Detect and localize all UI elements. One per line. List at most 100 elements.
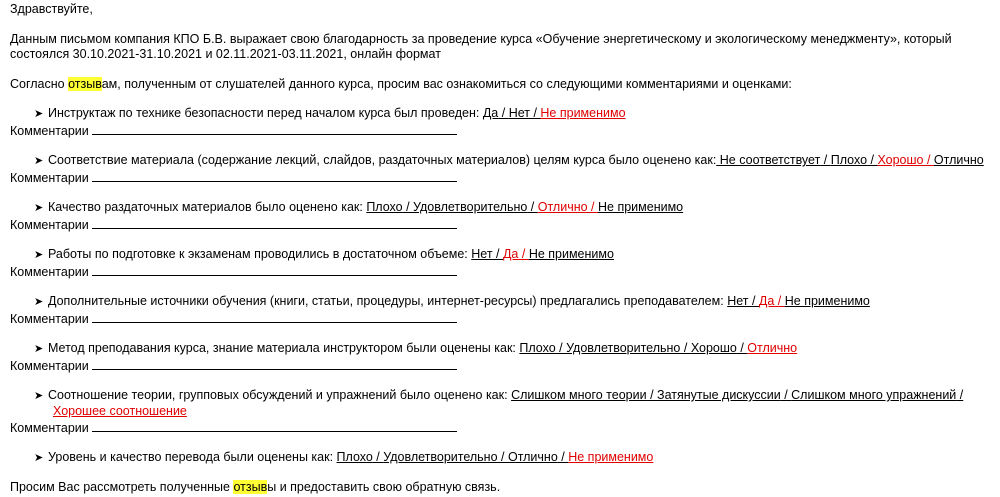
option-separator: / [402,200,414,214]
option-separator: / [646,388,658,402]
answer-option[interactable]: Нет [727,294,748,308]
lead-paragraph: Согласно отзывам, полученным от слушател… [10,77,1000,92]
question-text: Соотношение теории, групповых обсуждений… [48,388,512,402]
option-separator: / [780,388,792,402]
answer-option[interactable]: Плохо [337,450,373,464]
answer-option-selected[interactable]: Хорошее соотношение [53,404,187,418]
comment-field[interactable] [91,310,457,323]
question-text: Соответствие материала (содержание лекци… [48,153,717,167]
answer-option[interactable]: Не применимо [785,294,870,308]
option-separator: / [529,106,541,120]
option-separator: / [492,247,503,261]
answer-option-selected[interactable]: Отлично [538,200,588,214]
comment-field[interactable] [91,216,457,229]
comment-label: Комментарии [10,265,89,279]
answer-option[interactable]: Слишком много теории [511,388,647,402]
option-separator: / [497,450,508,464]
answer-option-selected[interactable]: Да [503,247,518,261]
comment-label: Комментарии [10,218,89,232]
comment-row: Комментарии [10,122,1000,139]
question-item: ➤ Инструктаж по технике безопасности пере… [10,106,1000,122]
answer-option[interactable]: Нет [471,247,492,261]
option-separator: / [736,341,748,355]
letter-document: Здравствуйте, Данным письмом компания КП… [0,0,1000,495]
answer-option-selected[interactable]: Не применимо [568,450,653,464]
answer-option[interactable]: Отлично [508,450,558,464]
arrow-bullet-icon: ➤ [34,296,44,308]
greeting: Здравствуйте, [10,2,93,16]
answer-option[interactable]: Нет [509,106,530,120]
comment-field[interactable] [91,169,457,182]
option-separator: / [587,200,598,214]
closing-suffix: ы и предоставить свою обратную связь. [267,480,501,494]
arrow-bullet-icon: ➤ [34,452,44,464]
comment-label: Комментарии [10,124,89,138]
question-item: ➤ Качество раздаточных материалов было оц… [10,200,1000,216]
comment-row: Комментарии [10,169,1000,186]
answer-option-selected[interactable]: Да [759,294,774,308]
comment-row: Комментарии [10,419,1000,436]
option-separator: / [748,294,759,308]
answer-option[interactable]: Не соответствует [716,153,821,167]
arrow-bullet-icon: ➤ [34,249,44,261]
option-separator: / [774,294,785,308]
answer-option[interactable]: Отлично [934,153,984,167]
comment-field[interactable] [91,122,457,135]
option-separator: / [555,341,567,355]
question-text: Качество раздаточных материалов было оце… [48,200,367,214]
answer-option[interactable]: Да [483,106,498,120]
answer-option[interactable]: Слишком много упражнений [791,388,956,402]
option-separator: / [956,388,964,402]
arrow-bullet-icon: ➤ [34,108,44,120]
option-separator: / [498,106,509,120]
answer-option[interactable]: Не применимо [529,247,614,261]
lead-suffix: ам, полученным от слушателей данного кур… [101,77,792,91]
option-separator: / [518,247,529,261]
arrow-bullet-icon: ➤ [34,343,44,355]
option-separator: / [923,153,934,167]
question-text: Работы по подготовке к экзаменам проводи… [48,247,472,261]
comment-field[interactable] [91,419,457,432]
question-text: Уровень и качество перевода были оценены… [48,450,337,464]
answer-option[interactable]: Плохо [366,200,402,214]
comment-label: Комментарии [10,421,89,435]
answer-option[interactable]: Удовлетворительно [383,450,497,464]
option-separator: / [867,153,878,167]
answer-option[interactable]: Хорошо [691,341,737,355]
closing-prefix: Просим Вас рассмотреть полученные [10,480,234,494]
answer-option[interactable]: Удовлетворительно [413,200,527,214]
answer-option[interactable]: Затянутые дискуссии [657,388,781,402]
arrow-bullet-icon: ➤ [34,202,44,214]
answer-option-selected[interactable]: Отлично [747,341,797,355]
comment-row: Комментарии [10,357,1000,374]
question-item: ➤ Соответствие материала (содержание лекц… [10,153,1000,169]
comment-field[interactable] [91,263,457,276]
question-text: Инструктаж по технике безопасности перед… [48,106,483,120]
option-separator: / [372,450,384,464]
comment-row: Комментарии [10,216,1000,233]
question-text: Метод преподавания курса, знание материа… [48,341,520,355]
closing-paragraph: Просим Вас рассмотреть полученные отзывы… [10,480,1000,495]
questions-list: ➤ Инструктаж по технике безопасности пере… [10,92,1000,466]
question-item: ➤ Работы по подготовке к экзаменам провод… [10,247,1000,263]
answer-option-selected[interactable]: Не применимо [540,106,625,120]
answer-option[interactable]: Удовлетворительно [566,341,680,355]
question-item: ➤ Соотношение теории, групповых обсуждени… [10,388,1000,404]
answer-option-selected[interactable]: Хорошо [877,153,923,167]
option-separator: / [557,450,569,464]
answer-option[interactable]: Плохо [831,153,867,167]
highlighted-word: отзыв [68,77,102,91]
answer-option[interactable]: Плохо [519,341,555,355]
arrow-bullet-icon: ➤ [34,155,44,167]
comment-row: Комментарии [10,263,1000,280]
comment-label: Комментарии [10,312,89,326]
question-item: ➤ Дополнительные источники обучения (книг… [10,294,1000,310]
comment-field[interactable] [91,357,457,370]
comment-row: Комментарии [10,310,1000,327]
question-item: ➤ Уровень и качество перевода были оценен… [10,450,1000,466]
option-separator: / [820,153,831,167]
comment-label: Комментарии [10,359,89,373]
answer-option[interactable]: Не применимо [598,200,683,214]
question-item-continued: Хорошее соотношение [10,404,1000,419]
lead-prefix: Согласно [10,77,69,91]
